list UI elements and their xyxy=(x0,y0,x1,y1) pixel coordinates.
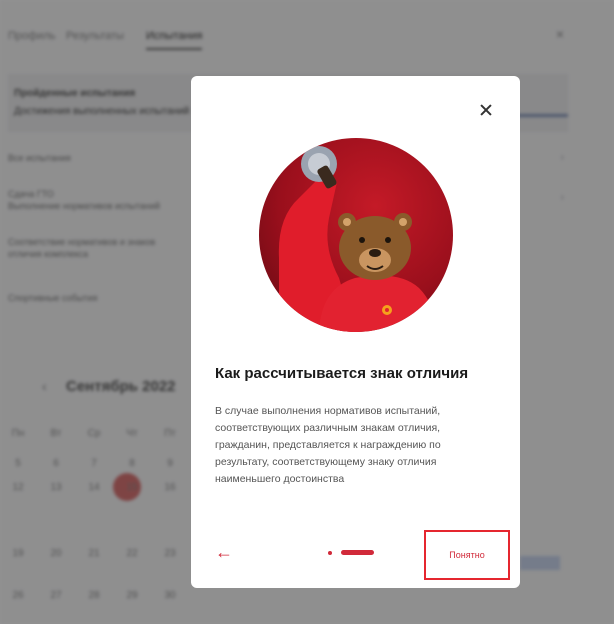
arrow-left-icon[interactable]: ← xyxy=(215,542,235,562)
pagination-dots xyxy=(328,550,388,556)
info-modal: Как рассчитывается знак отличия В случае… xyxy=(191,76,520,588)
pagination-dot[interactable] xyxy=(328,551,332,555)
pagination-dot-active[interactable] xyxy=(341,550,374,555)
bear-mascot-icon xyxy=(259,138,453,332)
modal-title: Как рассчитывается знак отличия xyxy=(215,365,469,382)
close-icon[interactable] xyxy=(476,100,496,120)
modal-body-text: В случае выполнения нормативов испытаний… xyxy=(215,405,441,485)
ok-button[interactable]: Понятно xyxy=(424,530,510,580)
